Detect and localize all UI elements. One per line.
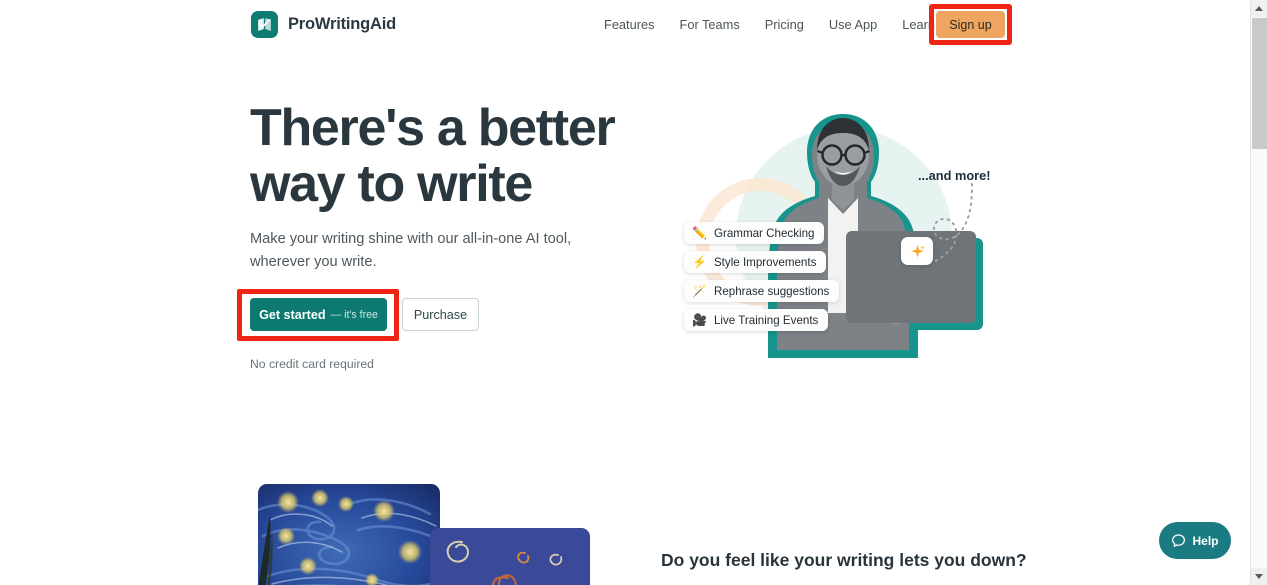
and-more-annotation: ...and more! [918,168,991,183]
get-started-suffix: — it's free [330,308,378,321]
hero-illustration: ...and more! ✏️ Grammar Checking ⚡ Style… [648,100,1018,365]
get-started-label: Get started [259,307,326,322]
nav-item-learn[interactable]: Learn [902,17,935,32]
nav-item-features[interactable]: Features [604,17,655,32]
magic-wand-icon: 🪄 [692,284,707,298]
logo[interactable]: ProWritingAid [251,11,396,38]
no-credit-card-note: No credit card required [250,357,374,371]
subhead-line-2: wherever you write. [250,254,377,270]
subhead-line-1: Make your writing shine with our all-in-… [250,231,572,247]
sign-up-button[interactable]: Sign up [936,11,1005,38]
curly-dashed-arrow-icon [932,183,973,263]
get-started-button[interactable]: Get started — it's free [250,298,387,331]
feature-pill-label: Grammar Checking [713,226,815,240]
scrollbar-thumb[interactable] [1252,18,1267,149]
feature-pill-label: Rephrase suggestions [713,284,830,298]
feature-pill-rephrase-suggestions: 🪄 Rephrase suggestions [684,280,840,302]
help-widget-label: Help [1192,533,1219,548]
lightning-bolt-icon: ⚡ [692,255,707,269]
pencil-icon: ✏️ [692,226,707,240]
feature-pill-style-improvements: ⚡ Style Improvements [684,251,827,273]
nav-item-for-teams[interactable]: For Teams [680,17,740,32]
nav-item-use-app[interactable]: Use App [829,17,877,32]
logo-text: ProWritingAid [288,15,397,33]
purchase-button[interactable]: Purchase [402,298,479,331]
page-root: ProWritingAid Features For Teams Pricing… [0,0,1267,585]
feature-pill-label: Live Training Events [713,313,819,327]
headline-line-2: way to write [250,155,533,213]
feature-pill-grammar-checking: ✏️ Grammar Checking [684,222,825,244]
scrollbar-up-arrow-icon[interactable] [1251,0,1267,17]
starry-night-artwork [258,484,440,585]
page-title: There's a better way to write [250,100,680,212]
headline-line-1: There's a better [250,99,616,157]
feature-pill-list: ✏️ Grammar Checking ⚡ Style Improvements… [684,222,840,331]
prowritingaid-book-check-logo-icon [251,11,278,38]
nav-item-pricing[interactable]: Pricing [765,17,804,32]
feature-pill-label: Style Improvements [713,255,817,269]
feature-pill-live-training-events: 🎥 Live Training Events [684,309,829,331]
blue-spiral-doodles-artwork [430,528,590,585]
scrollbar-down-arrow-icon[interactable] [1251,568,1267,585]
help-widget-button[interactable]: Help [1159,522,1231,559]
section-heading: Do you feel like your writing lets you d… [661,550,1027,570]
movie-camera-icon: 🎥 [692,313,707,327]
chat-bubble-icon [1172,534,1186,547]
hero-subheading: Make your writing shine with our all-in-… [250,228,580,274]
vertical-scrollbar[interactable] [1250,0,1267,585]
site-header: ProWritingAid Features For Teams Pricing… [0,0,1250,50]
